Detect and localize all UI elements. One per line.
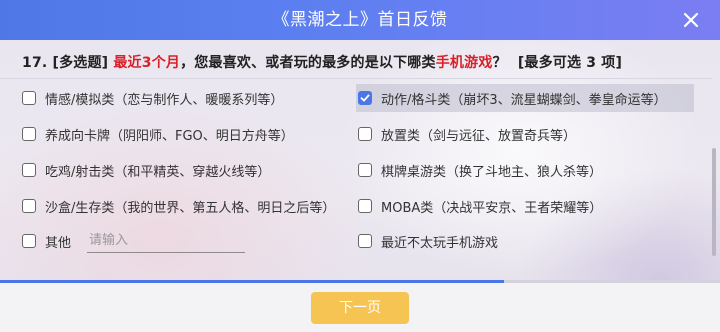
question-text: 17. [多选题] 最近3个月，您最喜欢、或者玩的最多的是以下哪类手机游戏？ [… — [22, 52, 622, 72]
footer: 下一页 — [0, 280, 720, 332]
progress-bar — [0, 280, 720, 283]
checkbox[interactable] — [358, 127, 372, 141]
divider — [0, 78, 712, 79]
question-number: 17. — [22, 55, 48, 71]
question-limit: [最多可选 3 项] — [517, 55, 623, 71]
option-label: 动作/格斗类（崩坏3、流星蝴蝶剑、拳皇命运等） — [381, 92, 667, 108]
checkbox[interactable] — [22, 91, 36, 105]
other-input[interactable] — [87, 229, 246, 253]
option-label: MOBA类（决战平安京、王者荣耀等） — [381, 200, 603, 216]
question-highlight-period: 最近3个月 — [113, 55, 181, 71]
survey-title: 《黑潮之上》首日反馈 — [272, 10, 448, 30]
next-page-button[interactable]: 下一页 — [311, 292, 409, 324]
option-label: 其他 — [45, 235, 72, 251]
option-sandbox[interactable]: 沙盒/生存类（我的世界、第五人格、明日之后等） — [22, 192, 342, 220]
question-body: ，您最喜欢、或者玩的最多的是以下哪类 — [180, 55, 436, 71]
option-action-fighting[interactable]: 动作/格斗类（崩坏3、流星蝴蝶剑、拳皇命运等） — [356, 84, 694, 112]
progress-fill — [0, 280, 504, 283]
option-card-raising[interactable]: 养成向卡牌（阴阳师、FGO、明日方舟等） — [22, 120, 342, 148]
option-label: 养成向卡牌（阴阳师、FGO、明日方舟等） — [45, 128, 294, 144]
checkbox[interactable] — [22, 234, 36, 248]
checkbox-checked[interactable] — [358, 91, 372, 105]
title-bar: 《黑潮之上》首日反馈 — [0, 0, 720, 40]
checkbox[interactable] — [358, 234, 372, 248]
option-label: 情感/模拟类（恋与制作人、暖暖系列等） — [45, 92, 284, 108]
check-icon — [360, 94, 370, 102]
checkbox[interactable] — [22, 127, 36, 141]
scrollbar[interactable] — [712, 148, 716, 256]
option-shooter[interactable]: 吃鸡/射击类（和平精英、穿越火线等） — [22, 156, 342, 184]
close-icon[interactable] — [682, 11, 700, 29]
option-label: 最近不太玩手机游戏 — [381, 235, 499, 251]
option-no-mobile-games[interactable]: 最近不太玩手机游戏 — [358, 227, 678, 255]
checkbox[interactable] — [358, 199, 372, 213]
option-idle[interactable]: 放置类（剑与远征、放置奇兵等） — [358, 120, 678, 148]
option-other[interactable]: 其他 — [22, 227, 342, 255]
checkbox[interactable] — [22, 163, 36, 177]
question-end: ？ — [492, 55, 507, 71]
checkbox[interactable] — [22, 199, 36, 213]
checkbox[interactable] — [358, 163, 372, 177]
option-label: 棋牌桌游类（换了斗地主、狼人杀等） — [381, 164, 603, 180]
option-label: 沙盒/生存类（我的世界、第五人格、明日之后等） — [45, 200, 336, 216]
option-label: 放置类（剑与远征、放置奇兵等） — [381, 128, 577, 144]
option-moba[interactable]: MOBA类（决战平安京、王者荣耀等） — [358, 192, 678, 220]
option-board-card[interactable]: 棋牌桌游类（换了斗地主、狼人杀等） — [358, 156, 678, 184]
option-label: 吃鸡/射击类（和平精英、穿越火线等） — [45, 164, 271, 180]
question-type: [多选题] — [52, 55, 109, 71]
question-highlight-category: 手机游戏 — [435, 55, 493, 71]
option-emotion-sim[interactable]: 情感/模拟类（恋与制作人、暖暖系列等） — [22, 84, 342, 112]
